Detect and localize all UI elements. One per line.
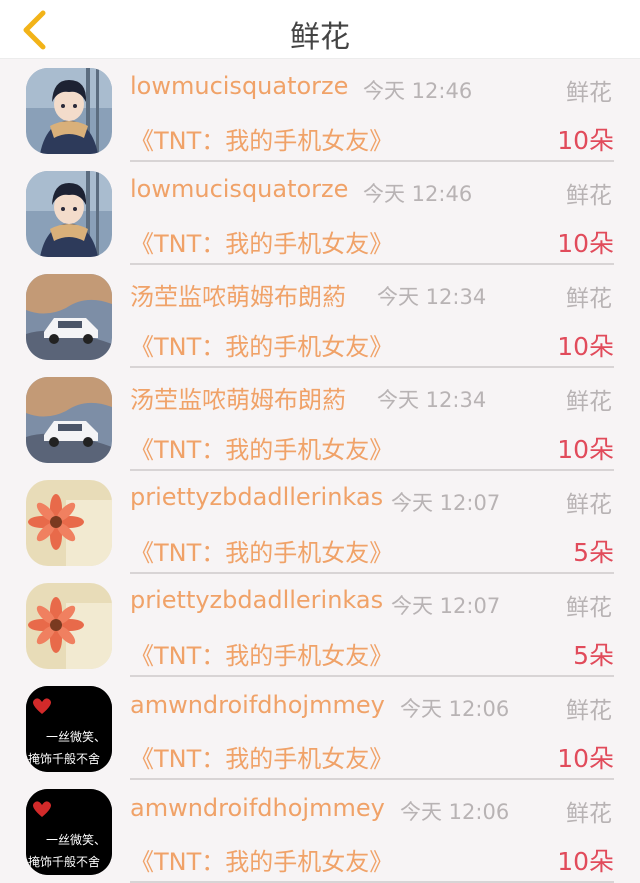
list-item[interactable]: 一丝微笑、 掩饰千般不舍 amwndroifdhojmmey 今天 12:06 … [0,780,640,883]
gift-type: 鲜花 [566,492,612,518]
flower-avatar[interactable] [26,583,112,669]
sender-name[interactable]: priettyzbdadllerinkas [130,483,383,511]
product-title[interactable]: 《TNT：我的手机女友》 [130,739,393,774]
send-time: 今天 12:06 [400,697,510,721]
gift-type: 鲜花 [566,183,612,209]
gift-record-list: lowmucisquatorze 今天 12:46 鲜花 《TNT：我的手机女友… [0,59,640,883]
flower-count: 10朵 [557,744,614,773]
flower-count: 10朵 [557,229,614,258]
text-avatar[interactable]: 一丝微笑、 掩饰千般不舍 [26,789,112,875]
sender-name[interactable]: 汤茔监哝萌姆布朗葯 [130,380,346,415]
product-title[interactable]: 《TNT：我的手机女友》 [130,224,393,259]
list-item[interactable]: 汤茔监哝萌姆布朗葯 今天 12:34 鲜花 《TNT：我的手机女友》 10朵 [0,265,640,368]
flower-count: 5朵 [573,641,614,670]
product-title[interactable]: 《TNT：我的手机女友》 [130,636,393,671]
flower-count: 10朵 [557,126,614,155]
anime-boy-avatar[interactable] [26,171,112,257]
gift-type: 鲜花 [566,80,612,106]
product-title[interactable]: 《TNT：我的手机女友》 [130,121,393,156]
list-item[interactable]: priettyzbdadllerinkas 今天 12:07 鲜花 《TNT：我… [0,471,640,574]
product-title[interactable]: 《TNT：我的手机女友》 [130,327,393,362]
flower-count: 5朵 [573,538,614,567]
send-time: 今天 12:07 [391,594,501,618]
avatar-caption-line: 一丝微笑、 [46,730,107,744]
avatar-caption-line: 掩饰千般不舍 [28,855,101,869]
list-item[interactable]: 一丝微笑、 掩饰千般不舍 amwndroifdhojmmey 今天 12:06 … [0,677,640,780]
sender-name[interactable]: amwndroifdhojmmey [130,691,385,719]
list-item[interactable]: priettyzbdadllerinkas 今天 12:07 鲜花 《TNT：我… [0,574,640,677]
avatar-caption-line: 一丝微笑、 [46,833,107,847]
product-title[interactable]: 《TNT：我的手机女友》 [130,533,393,568]
car-avatar[interactable] [26,377,112,463]
product-title[interactable]: 《TNT：我的手机女友》 [130,430,393,465]
anime-boy-avatar[interactable] [26,68,112,154]
gift-type: 鲜花 [566,286,612,312]
gift-type: 鲜花 [566,698,612,724]
flower-count: 10朵 [557,332,614,361]
avatar-caption-line: 掩饰千般不舍 [28,752,101,766]
page-title: 鲜花 [290,20,350,55]
send-time: 今天 12:34 [377,285,487,309]
send-time: 今天 12:46 [363,79,473,103]
list-item[interactable]: lowmucisquatorze 今天 12:46 鲜花 《TNT：我的手机女友… [0,162,640,265]
flower-count: 10朵 [557,435,614,464]
sender-name[interactable]: lowmucisquatorze [130,72,348,100]
gift-type: 鲜花 [566,595,612,621]
gift-type: 鲜花 [566,801,612,827]
sender-name[interactable]: lowmucisquatorze [130,175,348,203]
sender-name[interactable]: amwndroifdhojmmey [130,794,385,822]
flower-count: 10朵 [557,847,614,876]
send-time: 今天 12:07 [391,491,501,515]
list-item[interactable]: 汤茔监哝萌姆布朗葯 今天 12:34 鲜花 《TNT：我的手机女友》 10朵 [0,368,640,471]
send-time: 今天 12:46 [363,182,473,206]
list-item[interactable]: lowmucisquatorze 今天 12:46 鲜花 《TNT：我的手机女友… [0,59,640,162]
top-bar: 鲜花 [0,0,640,59]
gift-type: 鲜花 [566,389,612,415]
text-avatar[interactable]: 一丝微笑、 掩饰千般不舍 [26,686,112,772]
sender-name[interactable]: 汤茔监哝萌姆布朗葯 [130,277,346,312]
send-time: 今天 12:34 [377,388,487,412]
flower-avatar[interactable] [26,480,112,566]
send-time: 今天 12:06 [400,800,510,824]
car-avatar[interactable] [26,274,112,360]
product-title[interactable]: 《TNT：我的手机女友》 [130,842,393,877]
sender-name[interactable]: priettyzbdadllerinkas [130,586,383,614]
